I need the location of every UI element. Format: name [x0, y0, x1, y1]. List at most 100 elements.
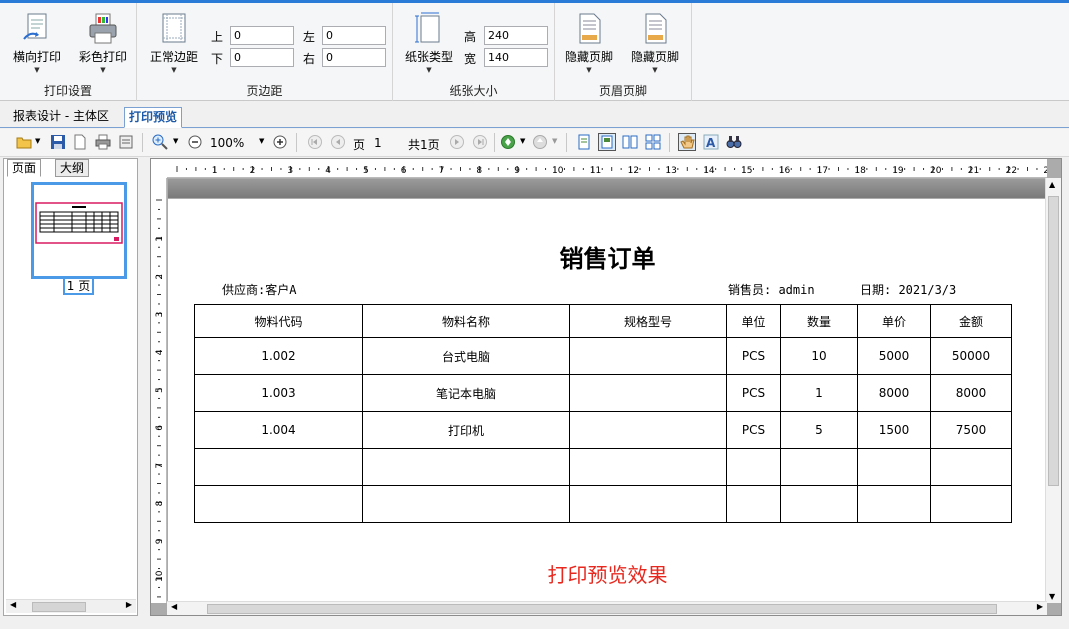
ruler-tick-label: 4	[155, 349, 165, 355]
ruler-tick-label: 21	[968, 166, 979, 176]
chevron-down-icon[interactable]: ▼	[35, 137, 40, 145]
margin-left-label: 左	[303, 30, 316, 44]
group-print-settings: 横向打印 ▼ 彩色打印 ▼ 打印设置	[0, 3, 137, 101]
hide-footer-button[interactable]: 隐藏页脚 ▼	[559, 11, 619, 83]
scroll-right-icon[interactable]: ▶	[126, 600, 132, 609]
scroll-down-icon[interactable]: ▼	[1049, 592, 1055, 601]
ruler-tick-label: 5	[155, 387, 165, 393]
preview-toolbar: ▼ ▼ 100% ▼ 页 1 共1页 ▼ ▼ A	[0, 129, 1069, 157]
margin-top-input[interactable]	[230, 26, 294, 45]
tab-report-design[interactable]: 报表设计 - 主体区	[9, 107, 113, 128]
table-cell	[362, 448, 570, 486]
scroll-right-icon[interactable]: ▶	[1037, 602, 1043, 611]
chevron-down-icon[interactable]: ▼	[173, 137, 178, 145]
single-page-icon[interactable]	[576, 134, 592, 150]
paper-type-button[interactable]: 纸张类型 ▼	[399, 11, 459, 83]
preview-vertical-scrollbar[interactable]: ▲ ▼	[1045, 178, 1061, 603]
margin-bottom-input[interactable]	[230, 48, 294, 67]
margin-left-input[interactable]	[322, 26, 386, 45]
ribbon: 横向打印 ▼ 彩色打印 ▼ 打印设置 正常边距 ▼ 上 0 下 0 左 0 右 …	[0, 0, 1069, 101]
toolbar-separator	[669, 133, 670, 152]
group-caption: 页眉页脚	[598, 84, 647, 98]
color-print-button[interactable]: 彩色打印 ▼	[73, 11, 133, 83]
zoom-level[interactable]: 100%	[210, 136, 244, 150]
table-cell: 笔记本电脑	[362, 374, 570, 412]
landscape-print-button[interactable]: 横向打印 ▼	[7, 11, 67, 83]
table-cell	[780, 485, 858, 523]
scrollbar-thumb[interactable]	[32, 602, 86, 612]
next-page-icon[interactable]	[449, 134, 465, 150]
normal-margins-button[interactable]: 正常边距 ▼	[144, 11, 204, 83]
normal-margins-label: 正常边距	[149, 50, 198, 64]
supplier-field: 供应商:客户A	[222, 283, 297, 297]
scrollbar-thumb[interactable]	[207, 604, 997, 614]
table-cell: 台式电脑	[362, 337, 570, 375]
ruler-tick-label: 12	[628, 166, 639, 176]
page-thumbnail[interactable]	[31, 182, 127, 279]
printer-icon	[86, 11, 120, 47]
chevron-down-icon: ▼	[586, 66, 592, 74]
save-icon[interactable]	[50, 134, 66, 150]
chevron-down-icon[interactable]: ▼	[520, 137, 525, 145]
scroll-up-icon[interactable]: ▲	[1049, 180, 1055, 189]
page-top-margin-shadow	[168, 179, 1047, 198]
find-icon[interactable]	[726, 134, 742, 150]
previous-page-icon[interactable]	[330, 134, 346, 150]
paper-width-input[interactable]	[484, 48, 548, 67]
table-cell: 8000	[930, 374, 1012, 412]
multi-pages-icon[interactable]	[645, 134, 661, 150]
ruler-tick-label: 10	[552, 166, 564, 176]
column-header: 数量	[780, 304, 858, 338]
page-number-input[interactable]: 1	[374, 136, 382, 150]
table-cell	[569, 411, 727, 449]
app-window: 横向打印 ▼ 彩色打印 ▼ 打印设置 正常边距 ▼ 上 0 下 0 左 0 右 …	[0, 0, 1069, 629]
scroll-left-icon[interactable]: ◀	[171, 602, 177, 611]
tab-print-preview[interactable]: 打印预览	[124, 107, 183, 128]
color-print-label: 彩色打印	[78, 50, 127, 64]
navigate-icon[interactable]	[500, 134, 516, 150]
column-header: 单价	[857, 304, 931, 338]
table-cell: 1.003	[194, 374, 363, 412]
chevron-down-icon: ▼	[171, 66, 177, 74]
paper-height-input[interactable]	[484, 26, 548, 45]
ruler-tick-label: 7	[439, 166, 445, 176]
table-cell	[726, 448, 781, 486]
print-icon[interactable]	[95, 134, 111, 150]
margin-right-input[interactable]	[322, 48, 386, 67]
zoom-in-icon[interactable]	[152, 134, 168, 150]
table-row	[194, 448, 1012, 486]
column-header: 物料名称	[362, 304, 570, 338]
scrollbar-thumb[interactable]	[1048, 196, 1059, 486]
zoom-out-icon[interactable]	[187, 134, 203, 150]
hand-tool-icon[interactable]	[678, 133, 696, 151]
print-setup-icon[interactable]	[118, 134, 134, 150]
text-select-icon[interactable]: A	[703, 134, 719, 150]
chevron-down-icon: ▼	[100, 66, 106, 74]
margin-right-label: 右	[303, 52, 316, 66]
last-page-icon[interactable]	[472, 134, 488, 150]
scroll-left-icon[interactable]: ◀	[10, 600, 16, 609]
hide-footer2-button[interactable]: 隐藏页脚 ▼	[625, 11, 685, 83]
preview-area: 1234567891011121314151617181920212223 12…	[150, 158, 1062, 616]
zoom-add-icon[interactable]	[272, 134, 288, 150]
fit-page-icon[interactable]	[598, 133, 616, 151]
zoom-dropdown-chevron-icon[interactable]: ▼	[259, 137, 264, 145]
tab-outline[interactable]: 大纲	[55, 159, 90, 177]
open-folder-icon[interactable]	[16, 134, 32, 150]
table-cell: 50000	[930, 337, 1012, 375]
navigate-disabled-icon[interactable]	[532, 134, 548, 150]
table-cell	[930, 448, 1012, 486]
thumbnail-horizontal-scrollbar[interactable]: ◀ ▶	[6, 599, 136, 613]
preview-horizontal-scrollbar[interactable]: ◀ ▶	[167, 601, 1047, 615]
first-page-icon[interactable]	[307, 134, 323, 150]
table-cell: 10	[780, 337, 858, 375]
group-caption: 页边距	[246, 84, 283, 98]
ruler-tick-label: 19	[892, 166, 904, 176]
two-pages-icon[interactable]	[622, 134, 638, 150]
table-cell: PCS	[726, 411, 781, 449]
new-page-icon[interactable]	[72, 134, 88, 150]
chevron-down-icon[interactable]: ▼	[552, 137, 557, 145]
salesman-field: 销售员: admin	[728, 283, 815, 297]
tab-pages[interactable]: 页面	[7, 159, 42, 177]
document-tabs: 报表设计 - 主体区 打印预览	[0, 102, 1069, 128]
